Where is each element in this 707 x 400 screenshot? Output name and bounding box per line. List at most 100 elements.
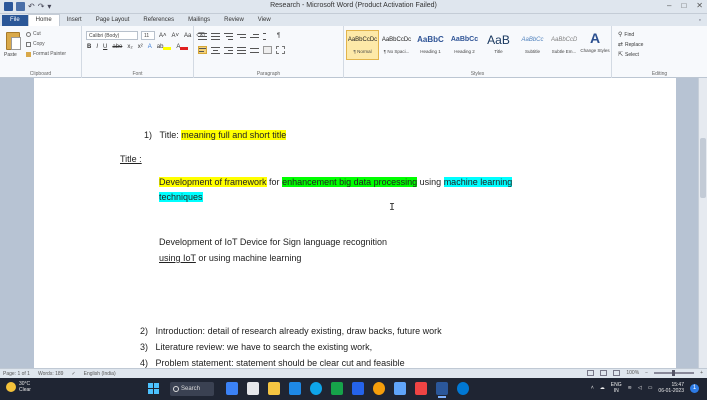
maximize-button[interactable]: □ [681,1,686,10]
file-explorer-icon[interactable] [247,382,259,395]
style-title[interactable]: AaB Title [482,30,515,60]
zoom-in-icon[interactable]: + [700,370,703,376]
start-button[interactable] [148,383,159,394]
zoom-slider[interactable] [654,370,695,376]
taskbar-search[interactable]: Search [170,382,214,396]
align-center-icon[interactable] [211,46,220,54]
folder-icon[interactable] [268,382,280,395]
lang-indicator[interactable]: ENG IN [611,382,622,394]
page-count[interactable]: Page: 1 of 1 [3,371,30,377]
mail-icon[interactable] [289,382,301,395]
style-subtle-emphasis[interactable]: AaBbCcDc Subtle Em... [550,30,578,60]
battery-icon[interactable]: ▭ [648,385,653,391]
line-spacing-icon[interactable] [250,46,259,54]
tab-review[interactable]: Review [217,15,251,26]
change-styles-button[interactable]: A Change Styles [580,30,610,53]
borders-icon[interactable] [276,46,285,54]
multilevel-list-icon[interactable] [224,32,233,40]
style-heading-2[interactable]: AaBbCc Heading 2 [448,30,481,60]
text-effects-button[interactable]: A [147,44,153,50]
clipboard-group: Paste Cut Copy Format Painter Clipboard [0,26,82,78]
vscode-icon[interactable] [394,382,406,395]
help-icon[interactable]: ◦ [699,17,701,24]
justify-icon[interactable] [237,46,246,54]
teams-icon[interactable] [457,382,469,395]
tray-overflow-icon[interactable]: ˄ [591,385,594,391]
align-left-icon[interactable] [198,46,207,54]
subscript-button[interactable]: x₂ [126,44,133,50]
tab-home[interactable]: Home [27,14,60,26]
find-label: Find [624,31,635,38]
tab-file[interactable]: File [2,14,28,26]
bullets-icon[interactable] [198,32,207,40]
style-subtitle[interactable]: AaBbCc Subtitle [516,30,549,60]
powerpoint-icon[interactable] [415,382,427,395]
minimize-button[interactable]: – [667,1,671,10]
zoom-app-icon[interactable] [352,382,364,395]
highlight-color-button[interactable]: ab [156,44,173,50]
shrink-font-button[interactable]: A˅ [171,33,181,39]
paste-icon[interactable] [6,32,21,50]
vertical-scrollbar[interactable] [698,78,707,368]
change-case-button[interactable]: Aa [183,33,192,39]
font-group: Calibri (Body) 11 A˄ A˅ Aa ⌫ B I U abe x… [82,26,205,78]
tab-mailings[interactable]: Mailings [181,15,217,26]
italic-button[interactable]: I [95,44,99,50]
underline-button[interactable]: U [102,44,108,50]
style-no-spacing[interactable]: AaBbCcDc ¶ No Spaci... [380,30,413,60]
weather-widget[interactable]: 30°C Clear [6,381,31,393]
strikethrough-button[interactable]: abe [111,44,123,50]
replace-button[interactable]: ⇄ Replace [618,41,643,49]
font-color-button[interactable]: A [175,44,189,50]
tab-view[interactable]: View [251,15,278,26]
chrome-icon[interactable] [373,382,385,395]
web-layout-view-icon[interactable] [613,370,621,376]
format-painter-button[interactable]: Format Painter [26,51,66,57]
notification-badge[interactable]: 1 [690,383,699,393]
zoom-out-icon[interactable]: − [645,370,648,376]
word-taskbar-icon[interactable] [436,382,448,398]
word-count[interactable]: Words: 189 [38,371,63,377]
scrollbar-thumb[interactable] [700,138,706,198]
print-layout-view-icon[interactable] [587,370,595,376]
align-right-icon[interactable] [224,46,233,54]
cut-button[interactable]: Cut [26,31,41,37]
font-size-select[interactable]: 11 [141,31,155,40]
decrease-indent-icon[interactable] [237,32,246,40]
volume-icon[interactable]: ◁ [638,385,642,391]
font-name-select[interactable]: Calibri (Body) [86,31,138,40]
task-view-icon[interactable] [226,382,238,395]
find-button[interactable]: ⚲ Find [618,31,635,39]
style-normal[interactable]: AaBbCcDc ¶ Normal [346,30,379,60]
tab-page-layout[interactable]: Page Layout [89,15,137,26]
style-heading-1[interactable]: AaBbC Heading 1 [414,30,447,60]
wifi-icon[interactable]: ≋ [628,385,632,391]
shading-icon[interactable] [263,46,272,54]
tab-references[interactable]: References [136,15,181,26]
sort-icon[interactable] [263,32,272,40]
font-group-label: Font [132,71,143,77]
paste-button[interactable]: Paste [4,52,17,58]
show-formatting-marks-icon[interactable]: ¶ [276,33,281,39]
proofing-icon[interactable]: ✓ [71,371,75,377]
tab-insert[interactable]: Insert [60,15,89,26]
bold-button[interactable]: B [86,44,92,50]
full-screen-view-icon[interactable] [600,370,608,376]
language-indicator[interactable]: English (India) [84,371,116,377]
taskbar: 30°C Clear Search ˄ ☁ ENG IN ≋ ◁ ▭ 15:47… [0,378,707,400]
cloud-icon[interactable]: ☁ [600,385,605,391]
store-icon[interactable] [331,382,343,395]
numbering-icon[interactable] [211,32,220,40]
grow-font-button[interactable]: A˄ [158,33,168,39]
edge-browser-icon[interactable] [310,382,322,395]
highlighted-text: enhancement big data processing [282,177,418,187]
list-item-title: 1) Title: meaning full and short title [144,130,287,140]
superscript-button[interactable]: x² [137,44,144,50]
select-button[interactable]: ⇱ Select [618,51,639,59]
document-page[interactable]: 1) Title: meaning full and short title T… [34,78,676,368]
copy-button[interactable]: Copy [26,41,45,47]
zoom-level[interactable]: 100% [626,370,639,376]
close-button[interactable]: ✕ [696,1,703,10]
increase-indent-icon[interactable] [250,32,259,40]
clock[interactable]: 15:47 06-01-2023 [658,382,684,394]
